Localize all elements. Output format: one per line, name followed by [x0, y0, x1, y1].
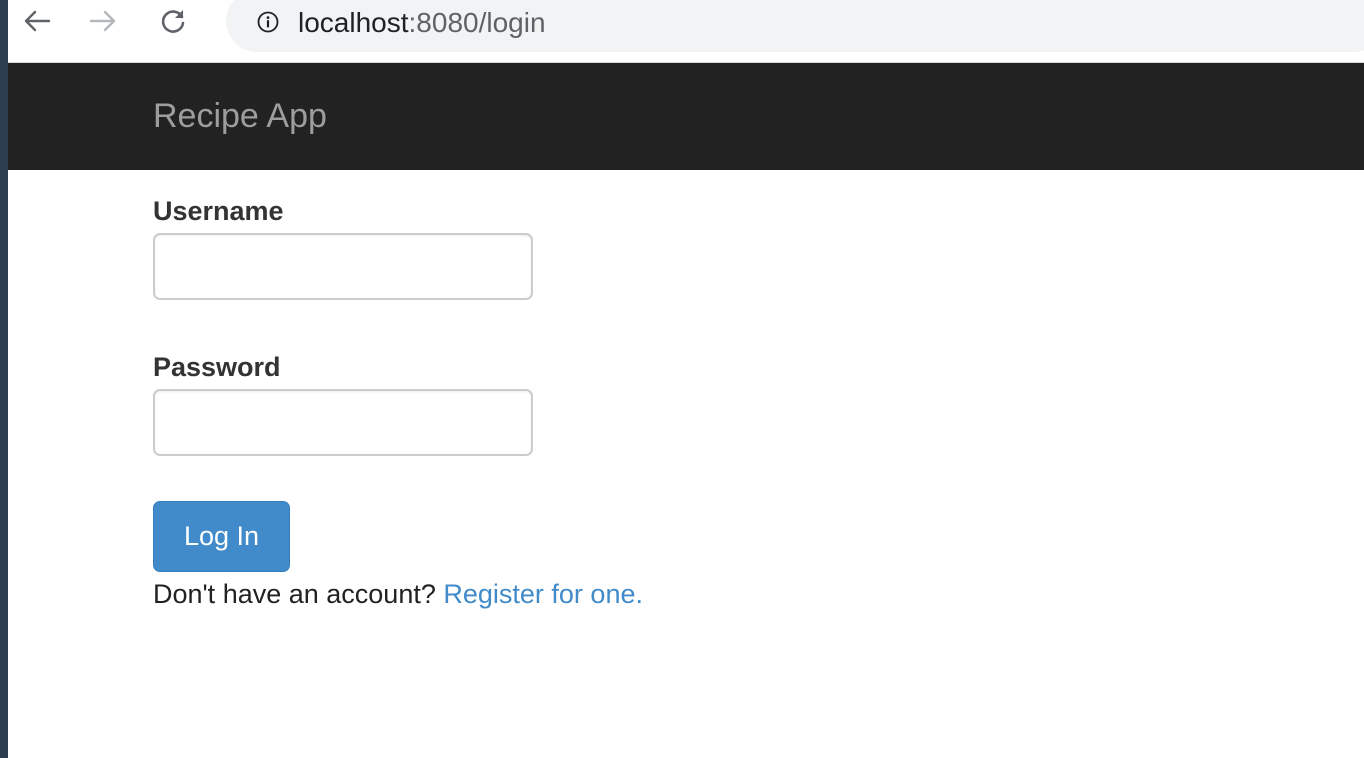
register-prompt: Don't have an account? Register for one.	[153, 577, 643, 611]
url-path: :8080/login	[408, 7, 546, 38]
forward-button[interactable]	[86, 4, 120, 38]
reload-button[interactable]	[156, 4, 190, 38]
reload-icon	[161, 10, 185, 33]
login-button[interactable]: Log In	[153, 501, 290, 572]
back-button[interactable]	[20, 4, 54, 38]
register-prompt-text: Don't have an account?	[153, 579, 436, 609]
username-label: Username	[153, 196, 284, 226]
browser-toolbar: localhost:8080/login	[8, 0, 1364, 63]
password-input[interactable]	[153, 389, 533, 456]
browser-window: localhost:8080/login Recipe App Username…	[8, 0, 1364, 758]
arrow-right-icon	[89, 10, 116, 32]
app-navbar: Recipe App	[8, 63, 1364, 170]
arrow-left-icon	[24, 10, 51, 32]
url-text[interactable]: localhost:8080/login	[298, 6, 546, 40]
password-label: Password	[153, 352, 281, 382]
address-bar[interactable]: localhost:8080/login	[226, 0, 1364, 52]
info-icon[interactable]	[257, 11, 279, 33]
register-link[interactable]: Register for one.	[443, 579, 643, 609]
brand-link[interactable]: Recipe App	[153, 96, 327, 136]
username-input[interactable]	[153, 233, 533, 300]
url-host: localhost	[298, 7, 409, 38]
